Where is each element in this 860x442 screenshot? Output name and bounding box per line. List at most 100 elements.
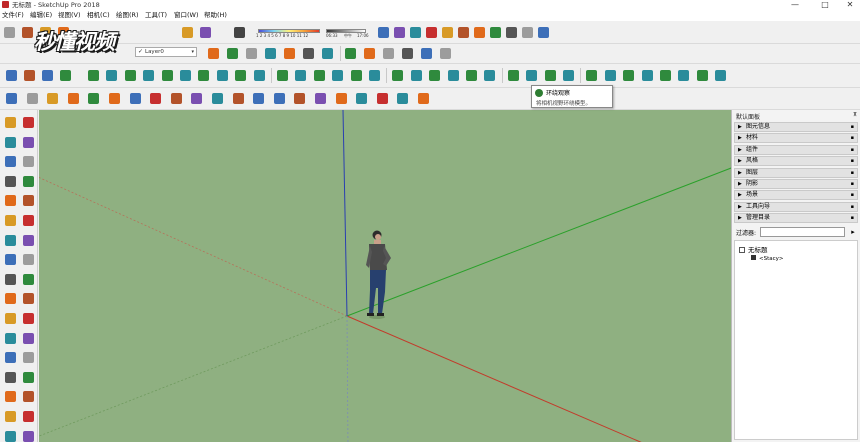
offset-button[interactable]: [367, 68, 382, 83]
line-button[interactable]: [3, 154, 18, 169]
rotate-button[interactable]: [148, 91, 163, 106]
menu-draw[interactable]: 绘图(R): [116, 10, 139, 21]
zoom-button[interactable]: [3, 389, 18, 404]
menu-view[interactable]: 视图(V): [58, 10, 81, 21]
outliner-item[interactable]: <Stacy>: [751, 255, 784, 262]
menu-tools[interactable]: 工具(T): [145, 10, 167, 21]
wireframe-button[interactable]: [244, 46, 259, 61]
stacy-figure[interactable]: [366, 230, 391, 320]
share-component-button[interactable]: [504, 25, 519, 40]
close-icon[interactable]: ▪: [851, 157, 854, 165]
tray-section[interactable]: ▶ 管理目录 ▪: [734, 213, 858, 224]
pan-button[interactable]: [292, 91, 307, 106]
outliner-root[interactable]: 无标题: [739, 244, 768, 254]
close-icon[interactable]: ▪: [851, 214, 854, 222]
shadows-toggle-button[interactable]: [232, 25, 247, 40]
tray-section[interactable]: ▶ 阴影 ▪: [734, 179, 858, 189]
shaded-textures-button[interactable]: [301, 46, 316, 61]
shadow-settings-bar[interactable]: 1 2 3 4 5 6 7 8 9 10 11 12 06:33 中午 17:0…: [252, 27, 370, 39]
warehouse-button[interactable]: [472, 25, 487, 40]
circle-button[interactable]: [3, 193, 18, 208]
filter-input[interactable]: [760, 227, 845, 237]
axes-button[interactable]: [3, 350, 18, 365]
protractor-button[interactable]: [427, 68, 442, 83]
arc-button[interactable]: [3, 213, 18, 228]
select-button[interactable]: [3, 115, 18, 130]
print-button[interactable]: [424, 25, 439, 40]
erase-button[interactable]: [376, 25, 391, 40]
close-icon[interactable]: ▪: [851, 146, 854, 154]
line-button[interactable]: [86, 68, 101, 83]
tape-measure-button[interactable]: [390, 68, 405, 83]
scale-button[interactable]: [349, 68, 364, 83]
back-view-button[interactable]: [419, 46, 434, 61]
zoom-extents-button[interactable]: [334, 91, 349, 106]
pan-button[interactable]: [524, 68, 539, 83]
offset-button[interactable]: [21, 291, 36, 306]
push-pull-button[interactable]: [107, 91, 122, 106]
eraser-button[interactable]: [21, 135, 36, 150]
two-point-arc-button[interactable]: [215, 68, 230, 83]
display-sections-button[interactable]: [676, 68, 691, 83]
close-icon[interactable]: ▪: [851, 191, 854, 199]
rotate-button[interactable]: [312, 68, 327, 83]
select-button[interactable]: [4, 91, 19, 106]
walk-button[interactable]: [21, 429, 36, 442]
protractor-button[interactable]: [3, 331, 18, 346]
text-button[interactable]: [21, 331, 36, 346]
layer-dropdown[interactable]: ✓ Layer0 ▾: [135, 47, 197, 57]
drawing-viewport[interactable]: [39, 110, 731, 442]
close-icon[interactable]: ▪: [851, 123, 854, 131]
maximize-button[interactable]: □: [815, 0, 835, 10]
eraser-button[interactable]: [58, 68, 73, 83]
follow-me-button[interactable]: [330, 68, 345, 83]
back-edges-button[interactable]: [225, 46, 240, 61]
close-icon[interactable]: ▪: [851, 169, 854, 177]
push-pull-button[interactable]: [293, 68, 308, 83]
pie-button[interactable]: [252, 68, 267, 83]
front-view-button[interactable]: [381, 46, 396, 61]
select-button[interactable]: [4, 68, 19, 83]
outliner-options-icon[interactable]: ▸: [848, 227, 858, 237]
extension-warehouse-button[interactable]: [488, 25, 503, 40]
send-to-layout-button[interactable]: [520, 25, 535, 40]
rectangle-button[interactable]: [123, 68, 138, 83]
circle-button[interactable]: [160, 68, 175, 83]
rectangle-button[interactable]: [86, 91, 101, 106]
three-point-arc-button[interactable]: [233, 68, 248, 83]
extension-manager-button[interactable]: [536, 25, 551, 40]
close-icon[interactable]: ▪: [851, 180, 854, 188]
3d-text-button[interactable]: [482, 68, 497, 83]
monochrome-button[interactable]: [320, 46, 335, 61]
text-button[interactable]: [231, 91, 246, 106]
redo-button[interactable]: [408, 25, 423, 40]
tray-section[interactable]: ▶ 图层 ▪: [734, 167, 858, 178]
freehand-button[interactable]: [21, 154, 36, 169]
paint-bucket-button[interactable]: [251, 91, 266, 106]
orbit-button[interactable]: [506, 68, 521, 83]
move-button[interactable]: [128, 91, 143, 106]
open-button[interactable]: [20, 25, 35, 40]
tape-measure-button[interactable]: [210, 91, 225, 106]
right-view-button[interactable]: [400, 46, 415, 61]
position-camera-button[interactable]: [603, 68, 618, 83]
tray-section[interactable]: ▶ 材料 ▪: [734, 133, 858, 144]
section-cuts-button[interactable]: [695, 68, 710, 83]
model-info-button[interactable]: [440, 25, 455, 40]
zoom-window-button[interactable]: [21, 389, 36, 404]
zoom-button[interactable]: [313, 91, 328, 106]
new-button[interactable]: [2, 25, 17, 40]
rotated-rect-button[interactable]: [21, 174, 36, 189]
hidden-line-button[interactable]: [263, 46, 278, 61]
rotated-rect-button[interactable]: [141, 68, 156, 83]
rotate-button[interactable]: [3, 272, 18, 287]
top-view-button[interactable]: [362, 46, 377, 61]
axes-button[interactable]: [464, 68, 479, 83]
three-point-arc-button[interactable]: [3, 233, 18, 248]
offset-button[interactable]: [189, 91, 204, 106]
arc-button[interactable]: [66, 91, 81, 106]
paint-bucket-button[interactable]: [3, 135, 18, 150]
shadows-button[interactable]: [456, 25, 471, 40]
undo-button[interactable]: [392, 25, 407, 40]
menu-file[interactable]: 文件(F): [2, 10, 24, 21]
